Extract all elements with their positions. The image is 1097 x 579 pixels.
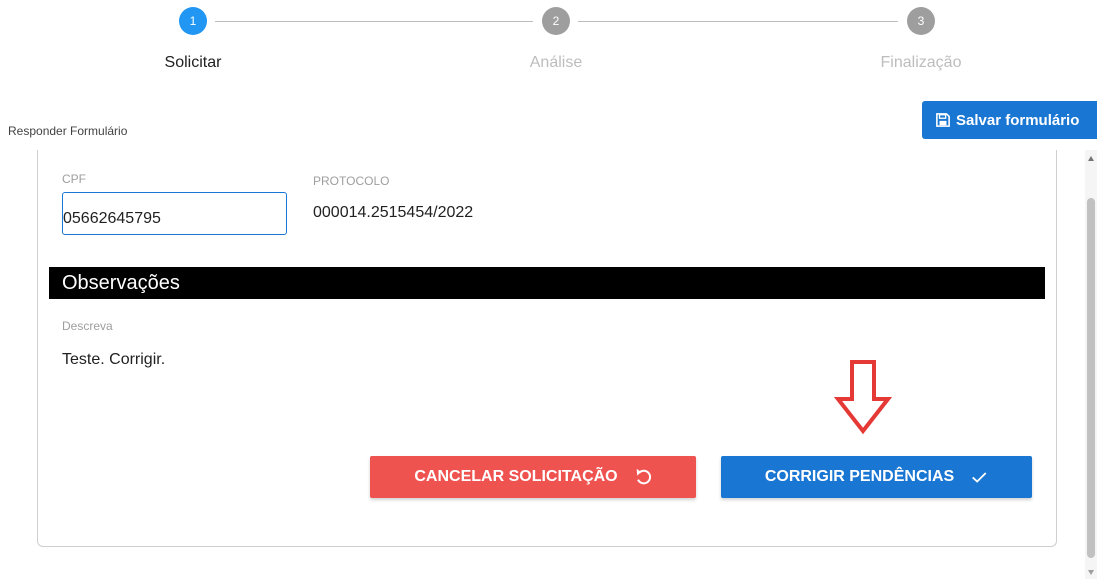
step-connector bbox=[215, 21, 533, 22]
check-icon bbox=[972, 472, 987, 483]
observations-header: Observações bbox=[49, 267, 1045, 299]
step-2-indicator: 2 bbox=[542, 7, 570, 35]
fix-pending-button[interactable]: CORRIGIR PENDÊNCIAS bbox=[721, 456, 1032, 498]
step-1-number: 1 bbox=[189, 14, 197, 28]
step-1-indicator: 1 bbox=[179, 7, 207, 35]
cancel-request-button[interactable]: CANCELAR SOLICITAÇÃO bbox=[370, 456, 696, 498]
step-connector bbox=[578, 21, 898, 22]
step-3-indicator: 3 bbox=[907, 7, 935, 35]
describe-label: Descreva bbox=[62, 319, 113, 333]
protocol-label: PROTOCOLO bbox=[313, 174, 390, 188]
step-3-label: Finalização bbox=[880, 54, 962, 71]
protocol-value: 000014.2515454/2022 bbox=[313, 204, 474, 221]
fix-pending-label: CORRIGIR PENDÊNCIAS bbox=[764, 468, 955, 485]
cancel-request-label: CANCELAR SOLICITAÇÃO bbox=[414, 468, 618, 485]
scroll-down-arrow-icon[interactable] bbox=[1088, 570, 1094, 575]
scrollbar-thumb[interactable] bbox=[1087, 198, 1095, 558]
step-3-number: 3 bbox=[917, 14, 925, 28]
step-2-label: Análise bbox=[529, 54, 583, 71]
cpf-label: CPF bbox=[62, 172, 86, 186]
observations-title: Observações bbox=[62, 272, 180, 294]
save-form-button[interactable]: Salvar formulário bbox=[922, 101, 1097, 139]
progress-stepper: 1 2 3 Solicitar Análise Finalização bbox=[0, 0, 1097, 80]
scroll-up-arrow-icon[interactable] bbox=[1088, 156, 1094, 161]
save-icon bbox=[936, 113, 950, 127]
step-1-label: Solicitar bbox=[164, 54, 222, 71]
red-down-arrow-icon bbox=[834, 360, 892, 435]
describe-value[interactable]: Teste. Corrigir. bbox=[62, 351, 165, 369]
undo-icon bbox=[636, 468, 651, 485]
form-title: Responder Formulário bbox=[8, 124, 128, 138]
cpf-input[interactable] bbox=[62, 192, 287, 235]
scrollbar[interactable] bbox=[1085, 150, 1097, 579]
save-form-label: Salvar formulário bbox=[956, 111, 1080, 129]
step-2-number: 2 bbox=[552, 14, 560, 28]
